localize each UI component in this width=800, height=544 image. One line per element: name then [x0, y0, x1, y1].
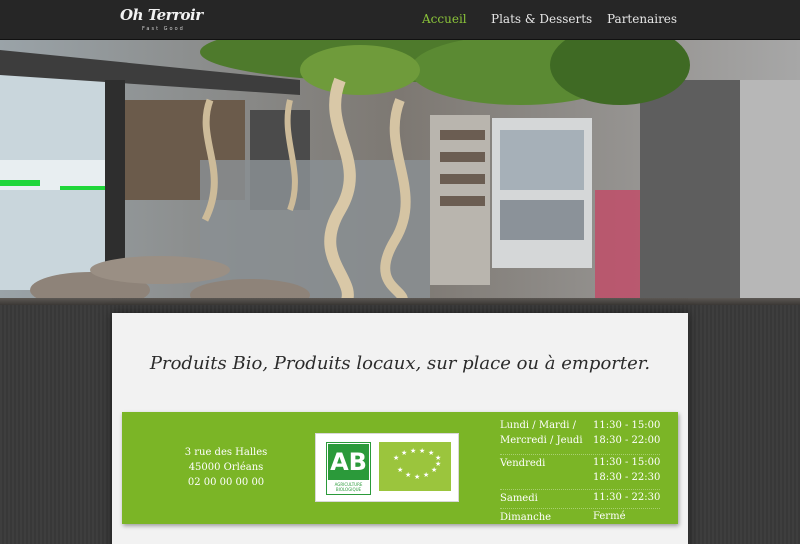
ab-letters: AB: [328, 444, 369, 480]
hours-time: Fermé: [593, 511, 626, 522]
tagline: Produits Bio, Produits locaux, sur place…: [149, 353, 651, 374]
opening-hours: Lundi / Mardi / Mercredi / Jeudi 11:30 -…: [500, 418, 670, 523]
main-nav: Accueil Plats & Desserts Partenaires: [0, 12, 800, 32]
hero-image: [0, 40, 800, 305]
svg-text:★: ★: [423, 471, 429, 479]
ab-logo: AB AGRICULTURE BIOLOGIQUE: [326, 442, 371, 495]
address-block: 3 rue des Halles 45000 Orléans 02 00 00 …: [166, 445, 286, 490]
hours-day: Vendredi: [500, 458, 546, 469]
hours-day: Samedi: [500, 493, 538, 504]
svg-text:★: ★: [419, 447, 425, 455]
hours-separator: [500, 454, 660, 455]
svg-text:★: ★: [410, 447, 416, 455]
hours-time: 11:30 - 22:30: [593, 492, 661, 503]
hours-time: 11:30 - 15:00: [593, 420, 661, 431]
svg-text:★: ★: [414, 473, 420, 481]
svg-text:★: ★: [397, 466, 403, 474]
ab-text-biologique: BIOLOGIQUE: [335, 487, 362, 492]
svg-text:★: ★: [428, 449, 434, 457]
nav-item-partenaires[interactable]: Partenaires: [607, 12, 677, 26]
eu-organic-leaf-logo: ★ ★ ★ ★ ★ ★ ★ ★ ★ ★ ★ ★: [379, 442, 451, 491]
svg-text:★: ★: [405, 471, 411, 479]
phone-number: 02 00 00 00 00: [187, 477, 265, 488]
address-street: 3 rue des Halles: [184, 447, 268, 458]
hours-day: Dimanche: [500, 512, 552, 523]
top-navbar: Oh Terroir Fast Good Accueil Plats & Des…: [0, 0, 800, 40]
hours-time: 18:30 - 22:00: [593, 435, 661, 446]
content-panel: Produits Bio, Produits locaux, sur place…: [112, 313, 688, 544]
svg-text:★: ★: [435, 460, 441, 468]
info-banner: 3 rue des Halles 45000 Orléans 02 00 00 …: [122, 412, 678, 524]
hours-separator: [500, 489, 660, 490]
organic-labels: AB AGRICULTURE BIOLOGIQUE ★ ★ ★ ★ ★ ★ ★: [315, 433, 459, 502]
hours-separator: [500, 508, 660, 509]
nav-item-plats-desserts[interactable]: Plats & Desserts: [491, 12, 592, 26]
hours-time: 18:30 - 22:30: [593, 472, 661, 483]
hours-day-line2: Mercredi / Jeudi: [500, 435, 583, 446]
svg-text:★: ★: [401, 449, 407, 457]
svg-text:★: ★: [393, 454, 399, 462]
nav-item-accueil[interactable]: Accueil: [422, 12, 467, 26]
address-city: 45000 Orléans: [188, 462, 264, 473]
hours-time: 11:30 - 15:00: [593, 457, 661, 468]
hours-day: Lundi / Mardi /: [500, 420, 576, 431]
